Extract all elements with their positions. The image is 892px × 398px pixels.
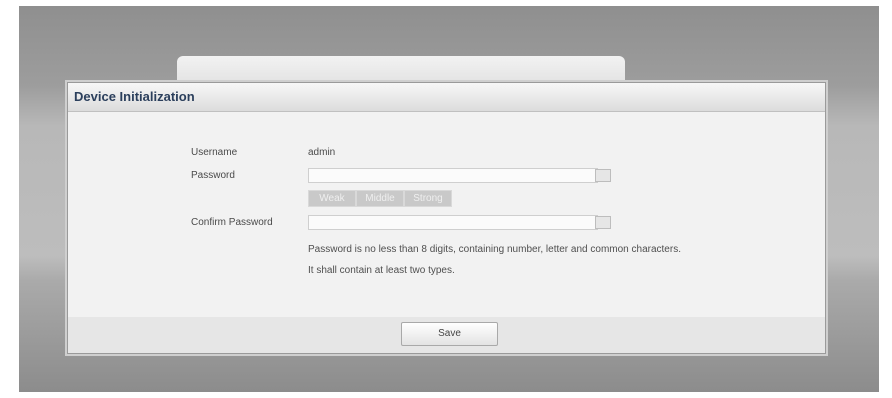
initialization-form: Username admin Password Weak Middle Stro…	[68, 112, 825, 317]
device-initialization-dialog: Device Initialization Username admin Pas…	[67, 82, 826, 354]
username-value: admin	[308, 147, 336, 158]
dialog-title: Device Initialization	[68, 83, 825, 112]
save-button[interactable]: Save	[401, 322, 498, 346]
strength-strong: Strong	[404, 190, 452, 207]
dialog-footer: Save	[68, 317, 825, 353]
password-label: Password	[191, 170, 235, 181]
strength-weak: Weak	[308, 190, 356, 207]
strength-middle: Middle	[356, 190, 404, 207]
confirm-password-toggle-icon[interactable]	[595, 216, 611, 229]
password-hint-line2: It shall contain at least two types.	[308, 265, 455, 276]
username-label: Username	[191, 147, 238, 158]
confirm-password-input[interactable]	[308, 215, 598, 230]
password-hint-line1: Password is no less than 8 digits, conta…	[308, 244, 681, 255]
password-input[interactable]	[308, 168, 598, 183]
confirm-password-label: Confirm Password	[191, 217, 273, 228]
password-toggle-icon[interactable]	[595, 169, 611, 182]
